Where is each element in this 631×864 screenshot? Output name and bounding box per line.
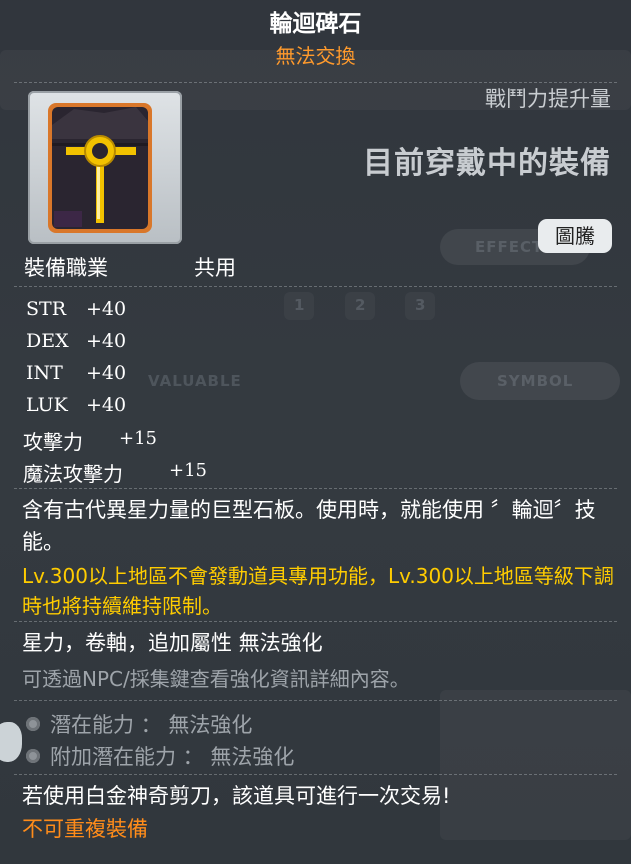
stat-value: +15 bbox=[169, 460, 207, 481]
stat-luk: LUK +40 bbox=[26, 394, 126, 416]
item-icon-frame bbox=[28, 91, 182, 244]
stat-value: +40 bbox=[86, 298, 127, 320]
stat-name: LUK bbox=[26, 394, 68, 416]
stat-magic-attack: 魔法攻擊力 +15 bbox=[23, 458, 207, 487]
mouse-cursor-icon bbox=[0, 722, 22, 762]
stats-divider bbox=[14, 488, 617, 490]
desc-divider bbox=[14, 621, 617, 623]
bg-valuable-label: VALUABLE bbox=[148, 372, 242, 390]
bg-symbol-label: SYMBOL bbox=[497, 372, 574, 390]
stat-str: STR +40 bbox=[26, 298, 126, 320]
stone-tablet-icon bbox=[48, 103, 152, 233]
bg-panel-right bbox=[440, 690, 631, 840]
item-description: 含有古代異星力量的巨型石板。使用時，就能使用 〞輪迴〞技能。 bbox=[22, 498, 596, 554]
stat-dex: DEX +40 bbox=[26, 330, 126, 352]
job-value: 共用 bbox=[194, 256, 236, 280]
duplicate-restriction: 不可重複裝備 bbox=[22, 817, 148, 841]
enhancement-divider bbox=[14, 700, 617, 702]
stat-value: +40 bbox=[86, 362, 127, 384]
item-name: 輪迴碑石 bbox=[269, 11, 362, 37]
bg-tab-3-label: 3 bbox=[415, 296, 427, 314]
currently-equipped-label: 目前穿戴中的裝備 bbox=[363, 146, 611, 181]
stat-value: +15 bbox=[119, 428, 157, 449]
potential-status: 潛在能力 ： 無法強化 bbox=[50, 713, 253, 737]
bg-tab-1-label: 1 bbox=[294, 296, 306, 314]
potential-divider bbox=[14, 774, 617, 776]
stat-name: 攻擊力 bbox=[23, 430, 83, 454]
enhancement-hint: 可透過NPC/採集鍵查看強化資訊詳細內容。 bbox=[22, 667, 410, 691]
stat-name: INT bbox=[26, 362, 63, 384]
stat-name: 魔法攻擊力 bbox=[23, 462, 123, 486]
level-warning: Lv.300以上地區不會發動道具專用功能，Lv.300以上地區等級下調時也將持續… bbox=[22, 564, 614, 618]
enhancement-status: 星力，卷軸，追加屬性 無法強化 bbox=[22, 631, 323, 655]
item-tooltip: EFFECT 1 2 3 VALUABLE SYMBOL 輪迴碑石 無法交換 戰… bbox=[0, 0, 631, 864]
job-row: 裝備職業 共用 bbox=[24, 252, 236, 282]
stat-name: DEX bbox=[26, 330, 69, 352]
job-divider bbox=[14, 286, 617, 288]
job-label: 裝備職業 bbox=[24, 256, 108, 280]
stat-int: INT +40 bbox=[26, 362, 126, 384]
stat-value: +40 bbox=[86, 330, 127, 352]
stat-name: STR bbox=[26, 298, 66, 320]
stat-value: +40 bbox=[86, 394, 127, 416]
bg-tab-2-label: 2 bbox=[355, 296, 367, 314]
trade-status: 無法交換 bbox=[275, 44, 356, 68]
scissors-trade-note: 若使用白金神奇剪刀，該道具可進行一次交易! bbox=[22, 784, 451, 808]
bg-effect-label: EFFECT bbox=[475, 238, 544, 256]
bonus-potential-status: 附加潛在能力 ： 無法強化 bbox=[50, 745, 295, 769]
combat-power-label: 戰鬥力提升量 bbox=[485, 87, 611, 111]
potential-bullet-icon bbox=[26, 717, 40, 731]
bonus-potential-bullet-icon bbox=[26, 749, 40, 763]
stat-attack: 攻擊力 +15 bbox=[23, 426, 157, 455]
totem-badge: 圖騰 bbox=[538, 219, 612, 253]
